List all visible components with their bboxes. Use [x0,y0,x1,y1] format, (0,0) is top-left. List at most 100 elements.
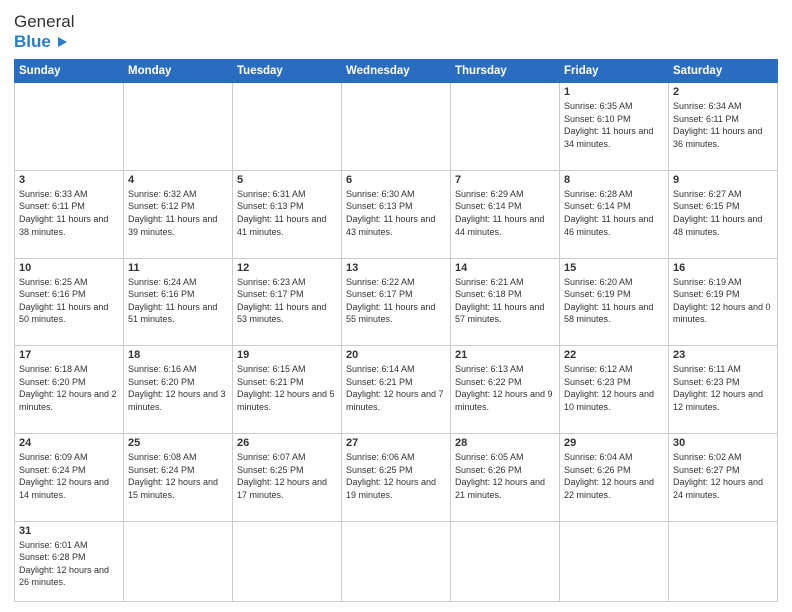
day-number: 21 [455,349,555,361]
weekday-header-thursday: Thursday [451,60,560,83]
day-number: 13 [346,262,446,274]
day-number: 19 [237,349,337,361]
day-info: Sunrise: 6:13 AM Sunset: 6:22 PM Dayligh… [455,363,555,413]
calendar-cell: 20 Sunrise: 6:14 AM Sunset: 6:21 PM Dayli… [342,346,451,434]
calendar-cell: 12 Sunrise: 6:23 AM Sunset: 6:17 PM Dayli… [233,258,342,346]
calendar-cell [124,521,233,601]
calendar-cell: 4 Sunrise: 6:32 AM Sunset: 6:12 PM Daylig… [124,170,233,258]
calendar-week-row: 10Sunrise: 6:25 AM Sunset: 6:16 PM Dayli… [15,258,778,346]
calendar-cell: 6Sunrise: 6:30 AM Sunset: 6:13 PM Daylig… [342,170,451,258]
calendar-cell: 9 Sunrise: 6:27 AM Sunset: 6:15 PM Daylig… [669,170,778,258]
weekday-header-wednesday: Wednesday [342,60,451,83]
logo-general-text: General [14,12,74,32]
day-number: 8 [564,174,664,186]
day-number: 14 [455,262,555,274]
day-info: Sunrise: 6:08 AM Sunset: 6:24 PM Dayligh… [128,451,228,501]
calendar-cell: 14 Sunrise: 6:21 AM Sunset: 6:18 PM Dayli… [451,258,560,346]
header: General Blue [14,12,778,51]
calendar-cell: 16Sunrise: 6:19 AM Sunset: 6:19 PM Dayli… [669,258,778,346]
calendar-cell: 17 Sunrise: 6:18 AM Sunset: 6:20 PM Dayli… [15,346,124,434]
day-number: 26 [237,437,337,449]
weekday-header-friday: Friday [560,60,669,83]
weekday-header-saturday: Saturday [669,60,778,83]
calendar-cell [451,83,560,171]
day-info: Sunrise: 6:32 AM Sunset: 6:12 PM Dayligh… [128,188,228,238]
day-number: 16 [673,262,773,274]
calendar-cell: 24 Sunrise: 6:09 AM Sunset: 6:24 PM Dayli… [15,433,124,521]
calendar-cell: 27 Sunrise: 6:06 AM Sunset: 6:25 PM Dayli… [342,433,451,521]
day-info: Sunrise: 6:27 AM Sunset: 6:15 PM Dayligh… [673,188,773,238]
calendar-cell: 31 Sunrise: 6:01 AM Sunset: 6:28 PM Dayli… [15,521,124,601]
day-number: 23 [673,349,773,361]
day-number: 4 [128,174,228,186]
calendar-cell: 7 Sunrise: 6:29 AM Sunset: 6:14 PM Daylig… [451,170,560,258]
day-number: 27 [346,437,446,449]
day-info: Sunrise: 6:24 AM Sunset: 6:16 PM Dayligh… [128,276,228,326]
day-number: 9 [673,174,773,186]
day-number: 31 [19,525,119,537]
weekday-header-tuesday: Tuesday [233,60,342,83]
day-info: Sunrise: 6:06 AM Sunset: 6:25 PM Dayligh… [346,451,446,501]
calendar-cell [15,83,124,171]
day-info: Sunrise: 6:01 AM Sunset: 6:28 PM Dayligh… [19,539,119,589]
calendar-cell [233,521,342,601]
day-number: 5 [237,174,337,186]
calendar-cell [342,521,451,601]
calendar-cell [342,83,451,171]
day-info: Sunrise: 6:29 AM Sunset: 6:14 PM Dayligh… [455,188,555,238]
day-info: Sunrise: 6:20 AM Sunset: 6:19 PM Dayligh… [564,276,664,326]
day-number: 11 [128,262,228,274]
calendar-cell: 11 Sunrise: 6:24 AM Sunset: 6:16 PM Dayli… [124,258,233,346]
day-number: 20 [346,349,446,361]
calendar-week-row: 31 Sunrise: 6:01 AM Sunset: 6:28 PM Dayli… [15,521,778,601]
day-info: Sunrise: 6:11 AM Sunset: 6:23 PM Dayligh… [673,363,773,413]
day-number: 29 [564,437,664,449]
calendar-week-row: 24 Sunrise: 6:09 AM Sunset: 6:24 PM Dayli… [15,433,778,521]
day-info: Sunrise: 6:18 AM Sunset: 6:20 PM Dayligh… [19,363,119,413]
day-info: Sunrise: 6:07 AM Sunset: 6:25 PM Dayligh… [237,451,337,501]
day-number: 24 [19,437,119,449]
day-number: 15 [564,262,664,274]
day-info: Sunrise: 6:15 AM Sunset: 6:21 PM Dayligh… [237,363,337,413]
day-number: 6 [346,174,446,186]
calendar-week-row: 3Sunrise: 6:33 AM Sunset: 6:11 PM Daylig… [15,170,778,258]
logo: General Blue [14,12,74,51]
day-info: Sunrise: 6:22 AM Sunset: 6:17 PM Dayligh… [346,276,446,326]
calendar-cell: 3Sunrise: 6:33 AM Sunset: 6:11 PM Daylig… [15,170,124,258]
day-number: 28 [455,437,555,449]
day-number: 12 [237,262,337,274]
calendar-cell [451,521,560,601]
day-number: 18 [128,349,228,361]
calendar-table: SundayMondayTuesdayWednesdayThursdayFrid… [14,59,778,602]
calendar-cell: 23 Sunrise: 6:11 AM Sunset: 6:23 PM Dayli… [669,346,778,434]
day-number: 17 [19,349,119,361]
calendar-cell: 1 Sunrise: 6:35 AM Sunset: 6:10 PM Daylig… [560,83,669,171]
logo-graphic: General Blue [14,12,74,51]
day-number: 3 [19,174,119,186]
calendar-page: General Blue SundayMondayTuesdayWednesda… [0,0,792,612]
day-info: Sunrise: 6:12 AM Sunset: 6:23 PM Dayligh… [564,363,664,413]
day-number: 1 [564,86,664,98]
weekday-header-sunday: Sunday [15,60,124,83]
calendar-cell: 18Sunrise: 6:16 AM Sunset: 6:20 PM Dayli… [124,346,233,434]
calendar-cell [669,521,778,601]
day-number: 10 [19,262,119,274]
calendar-cell: 28Sunrise: 6:05 AM Sunset: 6:26 PM Dayli… [451,433,560,521]
day-number: 25 [128,437,228,449]
day-info: Sunrise: 6:02 AM Sunset: 6:27 PM Dayligh… [673,451,773,501]
day-info: Sunrise: 6:14 AM Sunset: 6:21 PM Dayligh… [346,363,446,413]
day-info: Sunrise: 6:23 AM Sunset: 6:17 PM Dayligh… [237,276,337,326]
day-number: 7 [455,174,555,186]
calendar-cell: 15 Sunrise: 6:20 AM Sunset: 6:19 PM Dayli… [560,258,669,346]
day-info: Sunrise: 6:28 AM Sunset: 6:14 PM Dayligh… [564,188,664,238]
calendar-cell [560,521,669,601]
calendar-cell: 21 Sunrise: 6:13 AM Sunset: 6:22 PM Dayli… [451,346,560,434]
day-info: Sunrise: 6:35 AM Sunset: 6:10 PM Dayligh… [564,100,664,150]
day-info: Sunrise: 6:09 AM Sunset: 6:24 PM Dayligh… [19,451,119,501]
calendar-cell: 5Sunrise: 6:31 AM Sunset: 6:13 PM Daylig… [233,170,342,258]
calendar-cell: 25 Sunrise: 6:08 AM Sunset: 6:24 PM Dayli… [124,433,233,521]
calendar-cell: 10Sunrise: 6:25 AM Sunset: 6:16 PM Dayli… [15,258,124,346]
day-info: Sunrise: 6:21 AM Sunset: 6:18 PM Dayligh… [455,276,555,326]
calendar-cell: 26 Sunrise: 6:07 AM Sunset: 6:25 PM Dayli… [233,433,342,521]
logo-blue-text: Blue [14,32,74,52]
